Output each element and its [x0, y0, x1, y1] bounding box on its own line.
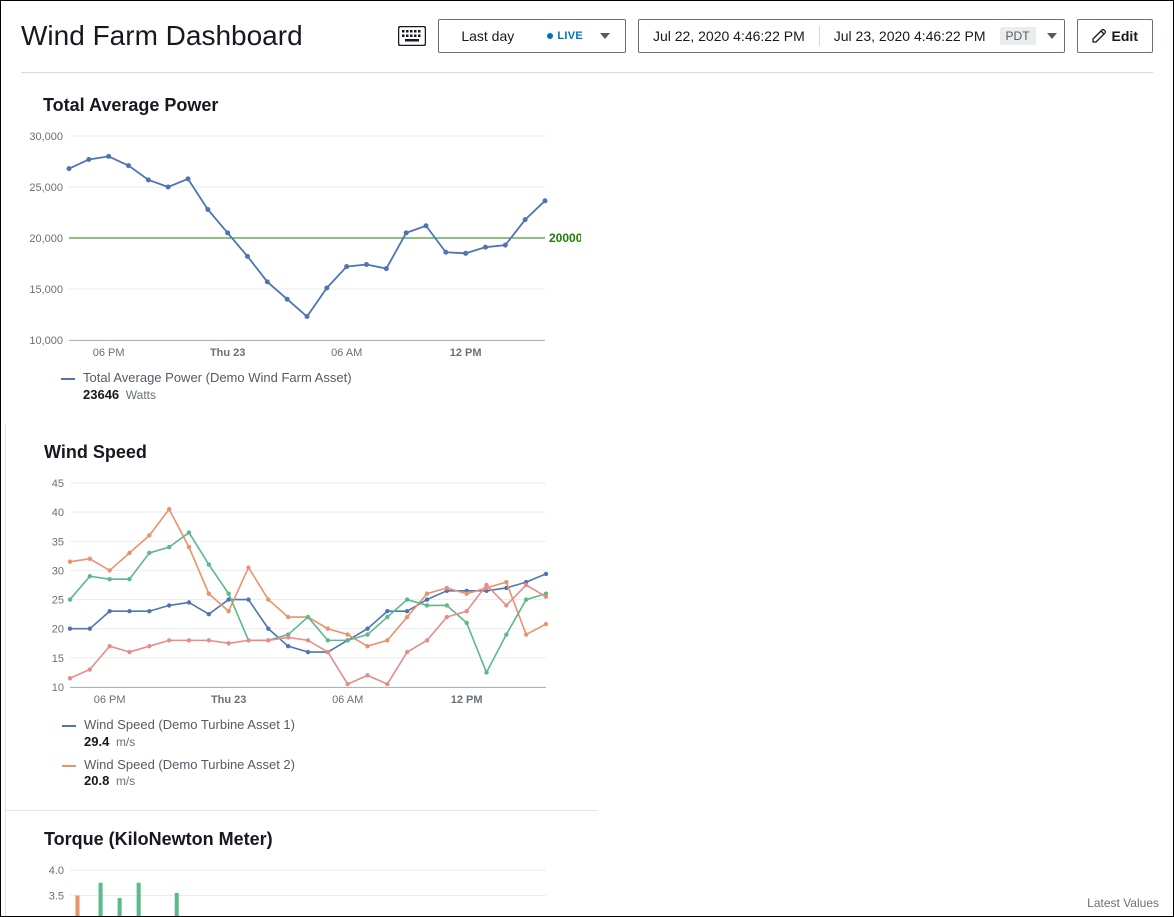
pencil-icon	[1092, 29, 1106, 43]
range-picker[interactable]: Last day LIVE	[438, 19, 626, 53]
svg-text:45: 45	[52, 478, 64, 490]
datetime-range-picker[interactable]: Jul 22, 2020 4:46:22 PM Jul 23, 2020 4:4…	[638, 19, 1065, 53]
page-title: Wind Farm Dashboard	[21, 20, 321, 52]
svg-text:35: 35	[52, 536, 64, 548]
chart-wind-speed: 10 15 20 25 30 35 40 45 06 PM Thu 23 06 AM 12 PM	[22, 477, 582, 707]
legend-unit: m/s	[116, 774, 135, 788]
svg-text:30,000: 30,000	[29, 131, 63, 143]
legend-wind-speed: Wind Speed (Demo Turbine Asset 1) 29.4 m…	[62, 717, 582, 791]
svg-text:06 PM: 06 PM	[93, 347, 125, 359]
panel-title: Wind Speed	[44, 442, 582, 463]
edit-label: Edit	[1112, 28, 1138, 44]
legend-power: Total Average Power (Demo Wind Farm Asse…	[61, 370, 581, 404]
svg-text:15,000: 15,000	[29, 284, 63, 296]
svg-text:25,000: 25,000	[29, 182, 63, 194]
svg-text:10: 10	[52, 682, 64, 694]
header-controls: Last day LIVE Jul 22, 2020 4:46:22 PM Ju…	[398, 19, 1153, 53]
footer-latest-values: Latest Values	[1087, 896, 1159, 910]
panel-torque: Torque (KiloNewton Meter) 0.00.51.01.52.…	[5, 810, 598, 917]
panel-title: Torque (KiloNewton Meter)	[44, 829, 582, 850]
range-label: Last day	[447, 28, 537, 44]
svg-text:12 PM: 12 PM	[451, 694, 483, 706]
legend-swatch	[62, 725, 76, 727]
panel-wind-speed: Wind Speed 10 15 20 25 30 35 40 45 06 PM Thu 23 06…	[5, 424, 598, 811]
svg-text:Thu 23: Thu 23	[210, 347, 245, 359]
chart-torque: 0.00.51.01.52.02.53.03.54.006 PMThu 2306…	[22, 864, 582, 917]
legend-value: 29.4	[84, 734, 109, 749]
svg-text:15: 15	[52, 653, 64, 665]
dashboard-grid: Total Average Power 10,000 15,000 20,000 25…	[1, 73, 1173, 917]
legend-name: Wind Speed (Demo Turbine Asset 2)	[84, 757, 295, 772]
legend-item: Wind Speed (Demo Turbine Asset 1) 29.4 m…	[62, 717, 582, 751]
legend-unit: m/s	[116, 735, 135, 749]
svg-text:40: 40	[52, 507, 64, 519]
svg-text:25: 25	[52, 594, 64, 606]
svg-text:06 AM: 06 AM	[331, 347, 362, 359]
svg-text:06 PM: 06 PM	[94, 694, 126, 706]
svg-text:20,000: 20,000	[29, 233, 63, 245]
legend-swatch	[62, 765, 76, 767]
legend-name: Total Average Power (Demo Wind Farm Asse…	[83, 370, 352, 385]
legend-item: Total Average Power (Demo Wind Farm Asse…	[61, 370, 581, 404]
header-bar: Wind Farm Dashboard Last day LIVE Jul 22…	[1, 1, 1173, 72]
range-end: Jul 23, 2020 4:46:22 PM	[820, 28, 1000, 44]
live-badge: LIVE	[547, 30, 583, 42]
legend-value: 20.8	[84, 773, 109, 788]
legend-name: Wind Speed (Demo Turbine Asset 1)	[84, 717, 295, 732]
svg-text:06 AM: 06 AM	[332, 694, 363, 706]
chart-total-average-power: 10,000 15,000 20,000 25,000 30,000 20000 06 PM…	[21, 130, 581, 360]
edit-button[interactable]: Edit	[1077, 19, 1153, 53]
svg-text:3.5: 3.5	[49, 891, 64, 903]
svg-text:Thu 23: Thu 23	[211, 694, 246, 706]
svg-text:20000: 20000	[549, 231, 581, 245]
keyboard-icon[interactable]	[398, 26, 426, 46]
svg-text:10,000: 10,000	[29, 335, 63, 347]
panel-title: Total Average Power	[43, 95, 581, 116]
range-start: Jul 22, 2020 4:46:22 PM	[639, 28, 819, 44]
legend-swatch	[61, 378, 75, 380]
svg-text:20: 20	[52, 623, 64, 635]
legend-item: Wind Speed (Demo Turbine Asset 2) 20.8 m…	[62, 757, 582, 791]
legend-unit: Watts	[126, 388, 156, 402]
caret-down-icon	[1040, 33, 1064, 39]
svg-text:30: 30	[52, 565, 64, 577]
timezone-badge: PDT	[1000, 27, 1036, 45]
panel-total-average-power: Total Average Power 10,000 15,000 20,000 25…	[5, 77, 597, 424]
legend-value: 23646	[83, 387, 119, 402]
caret-down-icon	[593, 33, 617, 39]
svg-text:12 PM: 12 PM	[450, 347, 482, 359]
svg-text:4.0: 4.0	[49, 865, 64, 877]
